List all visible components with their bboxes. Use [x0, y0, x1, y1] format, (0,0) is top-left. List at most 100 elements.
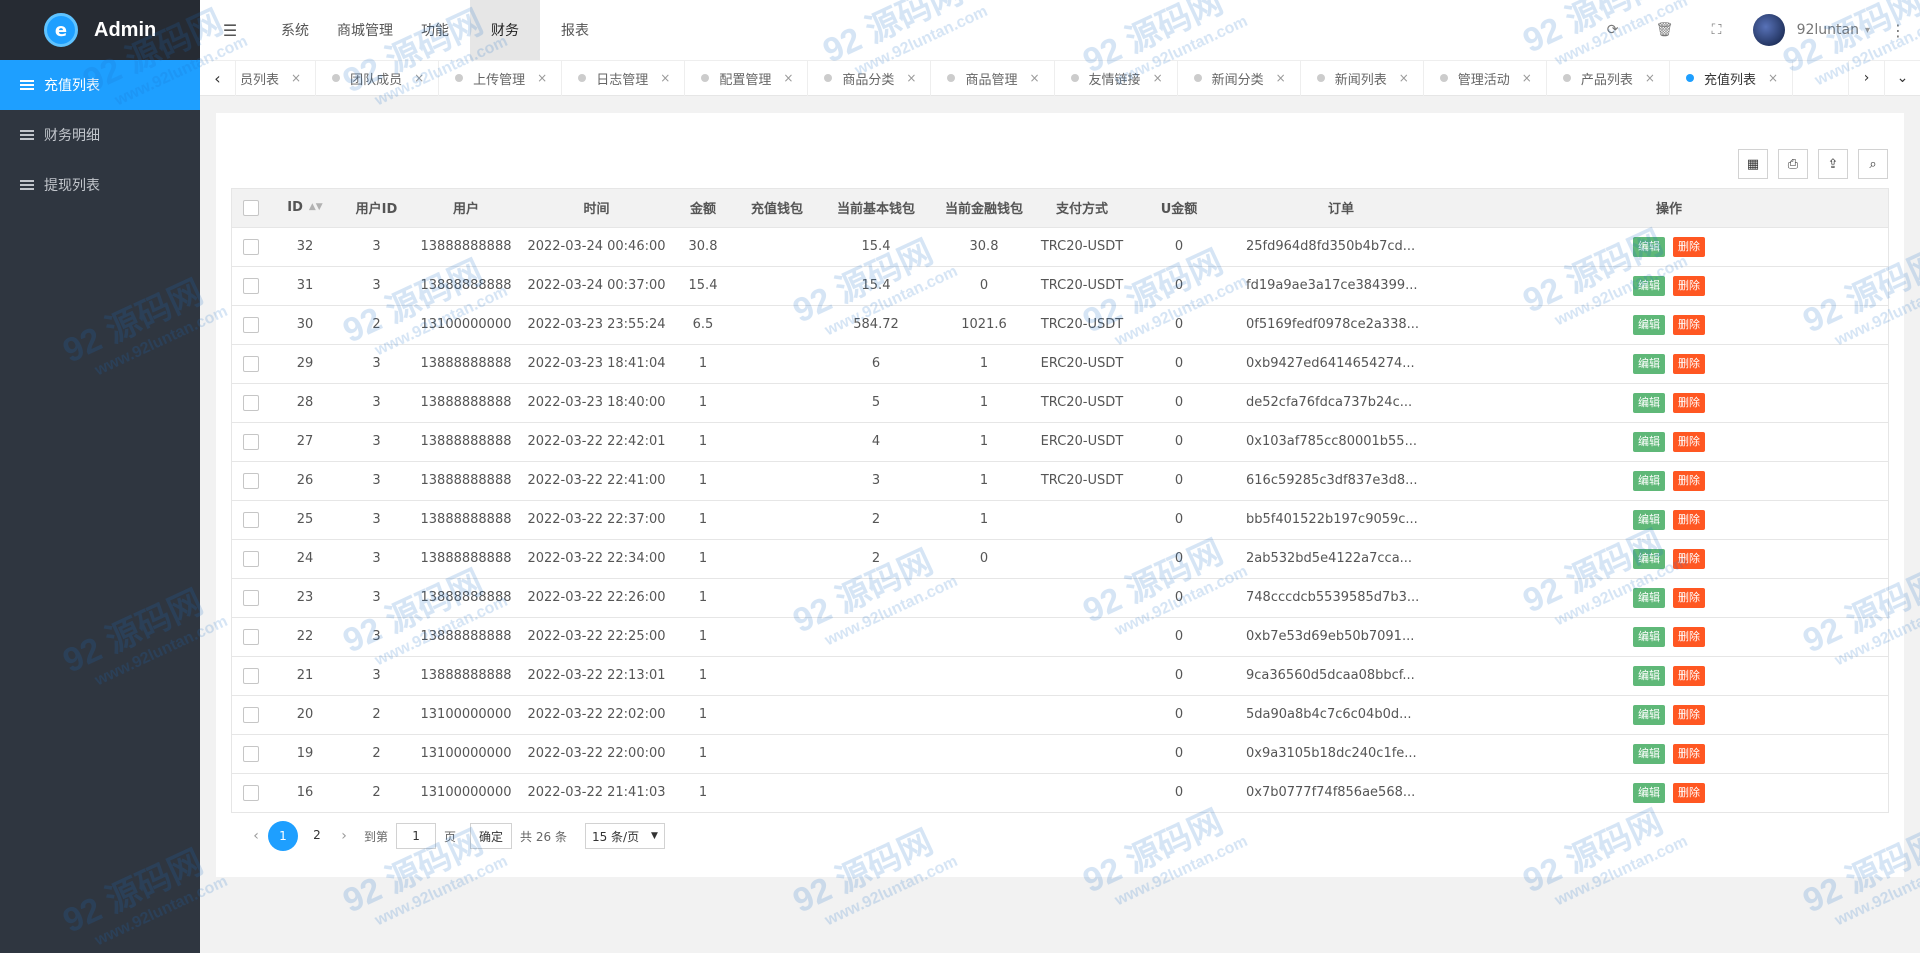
close-icon[interactable]: ×: [906, 71, 916, 85]
delete-button[interactable]: 删除: [1673, 236, 1705, 257]
edit-button[interactable]: 编辑: [1633, 314, 1665, 335]
delete-button[interactable]: 删除: [1673, 431, 1705, 452]
page-prev-icon[interactable]: ‹: [244, 828, 268, 844]
edit-button[interactable]: 编辑: [1633, 431, 1665, 452]
edit-button[interactable]: 编辑: [1633, 470, 1665, 491]
row-checkbox[interactable]: [243, 706, 259, 723]
page-number[interactable]: 2: [302, 821, 332, 849]
tab-prev-icon[interactable]: ‹: [200, 60, 236, 96]
top-nav-item[interactable]: 报表: [540, 0, 610, 60]
delete-button[interactable]: 删除: [1673, 548, 1705, 569]
row-checkbox[interactable]: [243, 238, 259, 255]
select-all-checkbox[interactable]: [243, 199, 259, 216]
delete-button[interactable]: 删除: [1673, 587, 1705, 608]
tab-item[interactable]: 日志管理 ×: [562, 60, 686, 96]
user-name[interactable]: 92luntan: [1797, 22, 1859, 38]
tab-item[interactable]: 商品分类 ×: [808, 60, 932, 96]
row-checkbox[interactable]: [243, 277, 259, 294]
delete-button[interactable]: 删除: [1673, 275, 1705, 296]
edit-button[interactable]: 编辑: [1633, 587, 1665, 608]
columns-filter-icon[interactable]: ▦: [1738, 149, 1768, 179]
edit-button[interactable]: 编辑: [1633, 665, 1665, 686]
row-checkbox[interactable]: [243, 316, 259, 333]
sidebar-item[interactable]: 充值列表: [0, 60, 200, 110]
row-checkbox[interactable]: [243, 355, 259, 372]
close-icon[interactable]: ×: [660, 71, 670, 85]
tab-item[interactable]: 团队成员 ×: [316, 60, 440, 96]
row-checkbox[interactable]: [243, 667, 259, 684]
tab-item[interactable]: 管理活动 ×: [1424, 60, 1547, 96]
chevron-down-icon[interactable]: ▾: [1865, 25, 1870, 36]
sidebar-item[interactable]: 提现列表: [0, 160, 200, 210]
menu-toggle-icon[interactable]: ☰: [200, 21, 260, 40]
print-icon[interactable]: ⎙: [1778, 149, 1808, 179]
logo[interactable]: e Admin: [0, 0, 200, 60]
row-checkbox[interactable]: [243, 784, 259, 801]
close-icon[interactable]: ×: [1399, 71, 1409, 85]
edit-button[interactable]: 编辑: [1633, 236, 1665, 257]
close-icon[interactable]: ×: [1029, 71, 1039, 85]
export-icon[interactable]: ⇪: [1818, 149, 1848, 179]
delete-button[interactable]: 删除: [1673, 626, 1705, 647]
delete-button[interactable]: 删除: [1673, 314, 1705, 335]
delete-button[interactable]: 删除: [1673, 743, 1705, 764]
tab-item[interactable]: 友情链接 ×: [1055, 60, 1178, 96]
tab-item[interactable]: 商品管理 ×: [931, 60, 1055, 96]
sidebar-item[interactable]: 财务明细: [0, 110, 200, 160]
delete-button[interactable]: 删除: [1673, 392, 1705, 413]
tab-item[interactable]: 充值列表 ×: [1670, 60, 1794, 96]
tab-item[interactable]: 员列表 ×: [236, 60, 317, 96]
edit-button[interactable]: 编辑: [1633, 626, 1665, 647]
close-icon[interactable]: ×: [1276, 71, 1286, 85]
delete-button[interactable]: 删除: [1673, 665, 1705, 686]
row-checkbox[interactable]: [243, 433, 259, 450]
delete-button[interactable]: 删除: [1673, 704, 1705, 725]
fullscreen-icon[interactable]: ⛶: [1691, 22, 1743, 38]
avatar[interactable]: [1752, 14, 1785, 46]
tab-dropdown-icon[interactable]: ⌄: [1884, 60, 1920, 96]
close-icon[interactable]: ×: [1645, 71, 1655, 85]
close-icon[interactable]: ×: [414, 71, 424, 85]
search-icon[interactable]: ⌕: [1858, 149, 1888, 179]
delete-button[interactable]: 删除: [1673, 470, 1705, 491]
close-icon[interactable]: ×: [537, 71, 547, 85]
delete-button[interactable]: 删除: [1673, 782, 1705, 803]
close-icon[interactable]: ×: [783, 71, 793, 85]
per-page-select[interactable]: 15 条/页 ▼: [584, 823, 665, 849]
top-nav-item[interactable]: 系统: [260, 0, 330, 60]
close-icon[interactable]: ×: [1153, 71, 1163, 85]
page-number[interactable]: 1: [268, 821, 298, 851]
edit-button[interactable]: 编辑: [1633, 392, 1665, 413]
close-icon[interactable]: ×: [1768, 71, 1778, 85]
top-nav-item[interactable]: 功能: [400, 0, 470, 60]
edit-button[interactable]: 编辑: [1633, 353, 1665, 374]
edit-button[interactable]: 编辑: [1633, 509, 1665, 530]
edit-button[interactable]: 编辑: [1633, 743, 1665, 764]
edit-button[interactable]: 编辑: [1633, 275, 1665, 296]
delete-button[interactable]: 删除: [1673, 509, 1705, 530]
column-header[interactable]: ID ▲▼: [270, 189, 340, 228]
tab-item[interactable]: 新闻分类 ×: [1178, 60, 1301, 96]
edit-button[interactable]: 编辑: [1633, 782, 1665, 803]
row-checkbox[interactable]: [243, 628, 259, 645]
goto-confirm-button[interactable]: 确定: [470, 823, 513, 849]
refresh-icon[interactable]: ⟳: [1587, 22, 1639, 38]
row-checkbox[interactable]: [243, 589, 259, 606]
tab-next-icon[interactable]: ›: [1848, 60, 1884, 96]
close-icon[interactable]: ×: [291, 71, 301, 85]
close-icon[interactable]: ×: [1522, 71, 1532, 85]
row-checkbox[interactable]: [243, 511, 259, 528]
page-next-icon[interactable]: ›: [332, 828, 356, 844]
edit-button[interactable]: 编辑: [1633, 704, 1665, 725]
row-checkbox[interactable]: [243, 745, 259, 762]
edit-button[interactable]: 编辑: [1633, 548, 1665, 569]
row-checkbox[interactable]: [243, 394, 259, 411]
goto-page-input[interactable]: 1: [396, 823, 437, 849]
tab-item[interactable]: 配置管理 ×: [685, 60, 809, 96]
row-checkbox[interactable]: [243, 472, 259, 489]
top-nav-item[interactable]: 财务: [470, 0, 540, 60]
top-nav-item[interactable]: 商城管理: [330, 0, 400, 60]
sort-icon[interactable]: ▲▼: [309, 203, 323, 212]
select-all-cell[interactable]: [232, 189, 270, 228]
tab-item[interactable]: 新闻列表 ×: [1301, 60, 1424, 96]
